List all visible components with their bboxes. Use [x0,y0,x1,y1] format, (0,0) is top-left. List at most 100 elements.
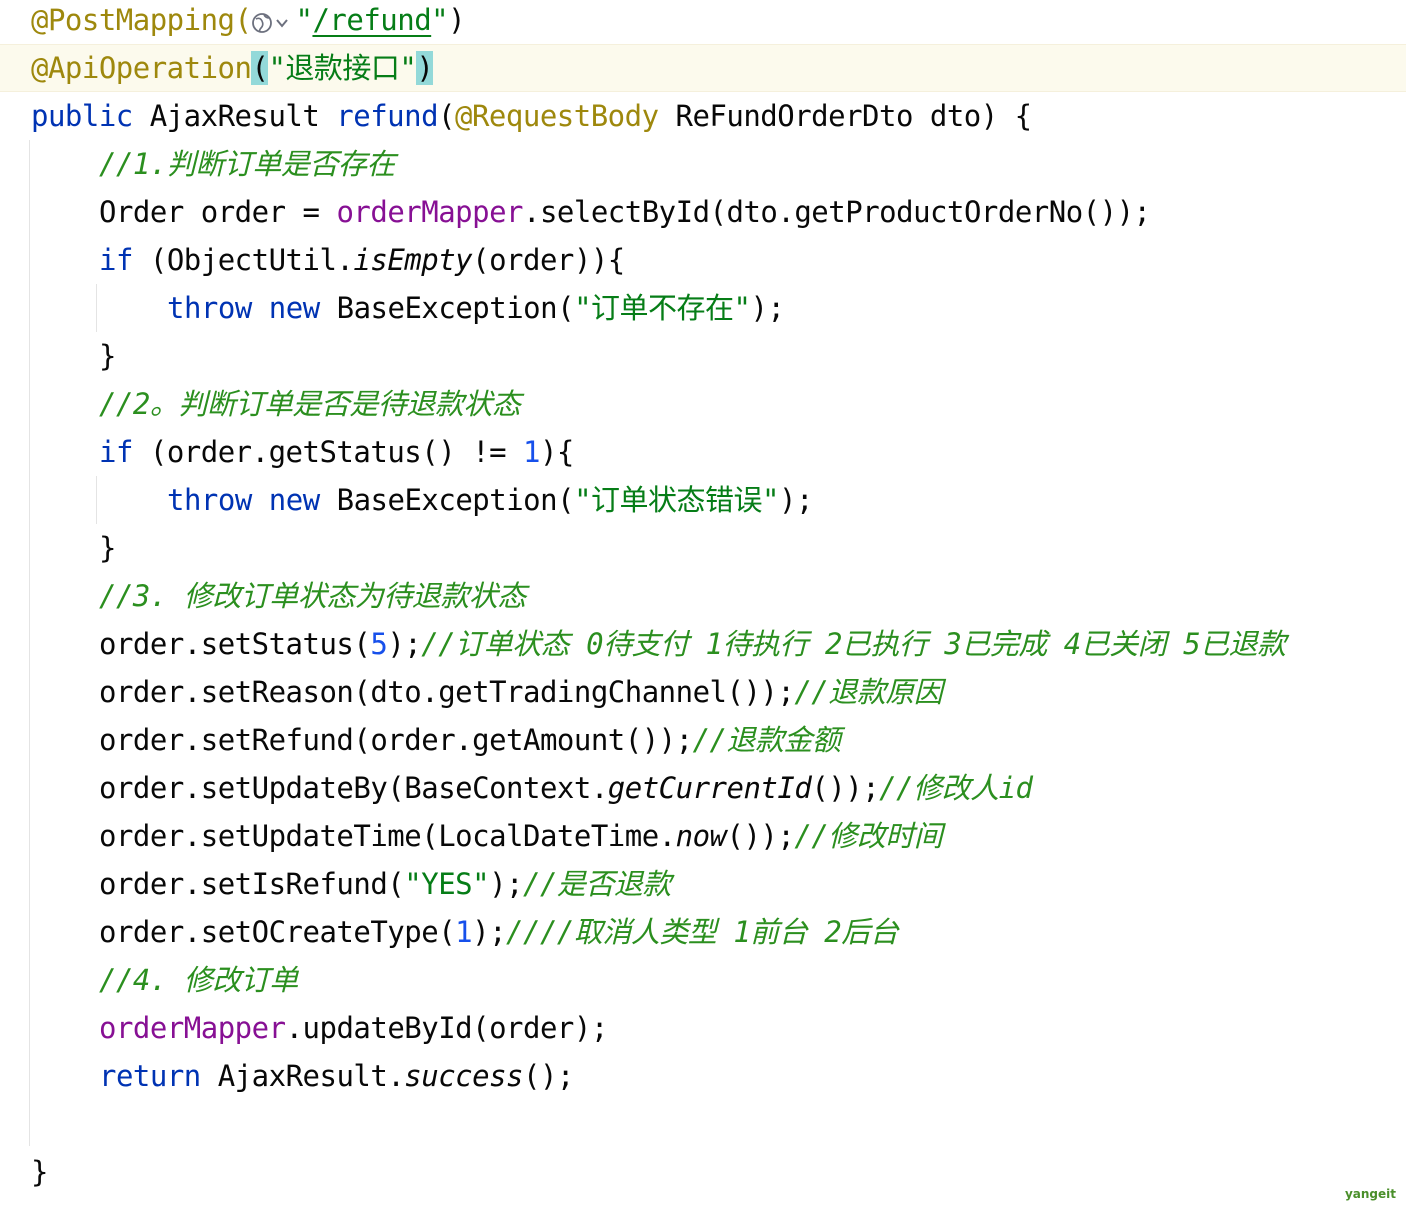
code-token-plain: } [99,339,116,373]
code-line[interactable]: order.setUpdateBy(BaseContext.getCurrent… [0,764,1406,812]
code-token-plain: order.setOCreateType( [99,915,456,949]
code-token-plain: (order.getStatus() != [132,435,523,469]
code-token-comment: //2。判断订单是否是待退款状态 [99,387,521,421]
code-token-plain: .selectById(dto.getProductOrderNo()); [523,195,1151,229]
code-token-number: 1 [523,435,540,469]
code-token-italic: getCurrentId [607,771,812,805]
code-line[interactable]: //4. 修改订单 [0,956,1406,1004]
code-token-plain: (ObjectUtil. [132,243,354,277]
code-token-keyword: throw [167,291,252,325]
code-token-comment: //退款金额 [692,723,841,757]
code-token-plain: (order)){ [472,243,625,277]
code-line[interactable] [0,1100,1406,1148]
code-token-keyword: if [99,435,133,469]
code-line[interactable]: @PostMapping( "/refund") [0,0,1406,44]
code-editor[interactable]: @PostMapping("/refund") @ApiOperation("退款… [0,0,1406,1209]
code-token-plain: ); [750,291,785,325]
code-token-plain: order.setUpdateTime(LocalDateTime. [99,819,676,853]
code-token-plain: Order order = [99,195,337,229]
code-token-string: " [431,3,449,37]
code-token-plain: (); [523,1059,574,1093]
code-token-number: 5 [370,627,388,661]
code-token-string: "订单状态错误" [574,483,779,517]
code-line[interactable]: } [0,524,1406,572]
code-line[interactable]: order.setIsRefund("YES");//是否退款 [0,860,1406,908]
code-token-keyword: new [268,483,320,517]
code-token-plain: ()); [726,819,795,853]
code-token-plain: } [31,1155,48,1189]
code-token-italic: now [675,819,727,853]
code-line[interactable]: Order order = orderMapper.selectById(dto… [0,188,1406,236]
code-token-plain: ); [387,627,422,661]
code-token-plain: ); [472,915,507,949]
code-token-comment: //是否退款 [523,867,671,901]
code-line[interactable]: order.setOCreateType(1);////取消人类型 1前台 2后… [0,908,1406,956]
code-line[interactable]: if (order.getStatus() != 1){ [0,428,1406,476]
code-token-keyword: new [268,291,320,325]
code-line[interactable]: //1.判断订单是否存在 [0,140,1406,188]
code-token-annotation: @RequestBody [455,99,659,133]
code-token-plain: ReFundOrderDto dto) { [658,99,1032,133]
code-token-brace: ) [416,51,434,85]
code-token-annotation: @PostMapping( [31,3,252,37]
code-token-string: "YES" [404,867,490,901]
code-token-italic: isEmpty [353,243,473,277]
code-line[interactable]: public AjaxResult refund(@RequestBody Re… [0,92,1406,140]
code-token-brace: ( [251,51,269,85]
code-line[interactable]: orderMapper.updateById(order); [0,1004,1406,1052]
code-token-string: " [295,3,313,37]
code-token-keyword: throw [167,483,252,517]
code-token-comment: //退款原因 [794,675,943,709]
code-line[interactable]: } [0,1148,1406,1196]
code-token-keyword: return [99,1059,201,1093]
code-token-comment: //修改时间 [794,819,943,853]
code-token-string-ul: /refund [312,3,432,37]
code-token-keyword: refund [336,99,439,133]
code-token-plain: } [99,531,116,565]
code-token-comment: //3. 修改订单状态为待退款状态 [99,579,526,613]
code-line[interactable]: throw new BaseException("订单状态错误"); [0,476,1406,524]
code-token-plain: AjaxResult. [200,1059,405,1093]
code-token-plain: ()); [811,771,880,805]
code-token-string: "退款接口" [268,51,417,85]
globe-dropdown-icon[interactable] [251,4,295,34]
code-line[interactable]: //3. 修改订单状态为待退款状态 [0,572,1406,620]
code-token-plain: ); [779,483,813,517]
code-token-string: "订单不存在" [574,291,751,325]
code-line[interactable]: order.setStatus(5);//订单状态 0待支付 1待执行 2已执行… [0,620,1406,668]
code-token-comment: //修改人id [879,771,1033,805]
code-token-plain: ){ [539,435,574,469]
code-line[interactable]: if (ObjectUtil.isEmpty(order)){ [0,236,1406,284]
code-token-member: orderMapper [99,1011,286,1045]
code-token-plain: order.setUpdateBy(BaseContext. [99,771,608,805]
watermark: yangeit [1344,1187,1396,1201]
code-token-plain: ( [438,99,456,133]
code-token-plain: BaseException( [319,291,575,325]
code-line[interactable]: order.setRefund(order.getAmount());//退款金… [0,716,1406,764]
code-token-plain: order.setReason(dto.getTradingChannel())… [99,675,795,709]
code-token-comment: //4. 修改订单 [99,963,298,997]
code-token-plain: AjaxResult [132,99,337,133]
code-line[interactable]: return AjaxResult.success(); [0,1052,1406,1100]
code-token-italic: success [404,1059,523,1093]
code-token-comment: ////取消人类型 1前台 2后台 [506,915,899,949]
code-token-plain: order.setStatus( [99,627,371,661]
code-token-plain: ); [489,867,524,901]
code-line[interactable]: order.setReason(dto.getTradingChannel())… [0,668,1406,716]
code-line-current[interactable]: @ApiOperation("退款接口") [0,44,1406,92]
code-token-number: 1 [455,915,473,949]
code-line[interactable]: order.setUpdateTime(LocalDateTime.now())… [0,812,1406,860]
code-token-plain: BaseException( [319,483,575,517]
code-token-plain: order.setRefund(order.getAmount()); [99,723,693,757]
code-token-plain: order.setIsRefund( [99,867,405,901]
code-line[interactable]: } [0,332,1406,380]
code-token-plain: ) [448,3,466,37]
code-token-annotation: @ApiOperation [31,51,252,85]
code-line[interactable]: //2。判断订单是否是待退款状态 [0,380,1406,428]
code-token-keyword: if [99,243,133,277]
code-line[interactable]: throw new BaseException("订单不存在"); [0,284,1406,332]
code-token-member: orderMapper [336,195,523,229]
code-token-keyword: public [31,99,133,133]
